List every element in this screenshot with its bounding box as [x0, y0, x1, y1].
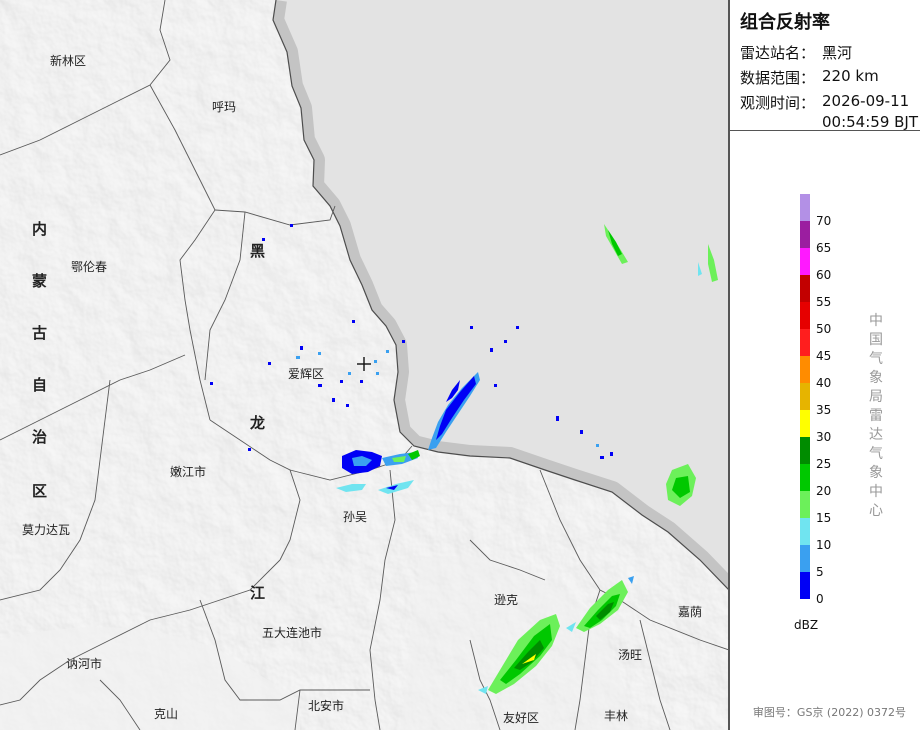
legend-swatch [800, 248, 810, 275]
legend-swatch [800, 329, 810, 356]
legend-swatch [800, 194, 810, 221]
place-label: 鄂伦春 [71, 259, 107, 274]
province-char: 治 [32, 428, 47, 446]
place-label: 讷河市 [66, 656, 102, 671]
place-label: 嘉荫 [678, 605, 702, 619]
map-canvas: 新林区 呼玛 鄂伦春 爱辉区 嫩江市 孙吴 莫力达瓦 逊克 嘉荫 五大连池市 讷… [0, 0, 728, 730]
legend-swatch [800, 491, 810, 518]
legend-value: 10 [816, 538, 832, 552]
place-label: 丰林 [604, 709, 628, 723]
legend-swatch [800, 572, 810, 599]
legend-value: 70 [816, 214, 832, 228]
info-panel: 组合反射率 雷达站名： 黑河 数据范围： 220 km 观测时间： 2026-0… [729, 0, 920, 730]
legend-value: 20 [816, 484, 832, 498]
place-label: 五大连池市 [262, 625, 322, 640]
province-char: 龙 [249, 414, 265, 432]
radar-viewer: 新林区 呼玛 鄂伦春 爱辉区 嫩江市 孙吴 莫力达瓦 逊克 嘉荫 五大连池市 讷… [0, 0, 920, 730]
map-approval-number: 审图号：GS京 (2022) 0372号 [752, 706, 906, 719]
legend-value: 30 [816, 430, 832, 444]
organization-name: 中国气象局雷达气象中心 [869, 313, 883, 519]
range-row: 数据范围： 220 km [740, 67, 879, 88]
time-clock: 00:54:59 BJT [822, 113, 919, 131]
legend-swatch [800, 437, 810, 464]
time-date: 2026-09-11 [822, 92, 910, 110]
station-label: 雷达站名： [740, 44, 816, 62]
place-label: 莫力达瓦 [22, 523, 70, 537]
province-char: 古 [32, 324, 47, 342]
legend-swatch [800, 275, 810, 302]
station-value: 黑河 [822, 44, 853, 62]
product-title: 组合反射率 [740, 12, 830, 33]
legend-swatch [800, 464, 810, 491]
place-label: 克山 [154, 707, 178, 721]
time-row: 观测时间： 2026-09-11 [740, 92, 909, 113]
legend-swatch [800, 356, 810, 383]
station-row: 雷达站名： 黑河 [740, 42, 852, 63]
legend-value: 45 [816, 349, 832, 363]
place-label: 爱辉区 [288, 367, 324, 381]
place-label: 呼玛 [212, 100, 236, 114]
legend-value: 40 [816, 376, 832, 390]
legend-swatch [800, 545, 810, 572]
panel-divider [730, 130, 920, 131]
legend-value: 65 [816, 241, 832, 255]
legend-value: 55 [816, 295, 832, 309]
province-char: 区 [32, 482, 47, 500]
time-label: 观测时间： [740, 94, 816, 112]
place-label: 友好区 [503, 711, 539, 725]
legend-value: 50 [816, 322, 832, 336]
legend-swatch [800, 302, 810, 329]
color-legend [800, 194, 810, 599]
legend-value: 15 [816, 511, 832, 525]
legend-value: 60 [816, 268, 832, 282]
place-label: 北安市 [308, 698, 344, 713]
legend-value: 25 [816, 457, 832, 471]
province-char: 江 [250, 584, 265, 602]
range-value: 220 km [822, 67, 879, 85]
place-label: 孙吴 [343, 510, 367, 524]
range-label: 数据范围： [740, 69, 816, 87]
place-label: 新林区 [50, 53, 86, 68]
place-label: 汤旺 [618, 648, 642, 662]
legend-swatch [800, 410, 810, 437]
legend-value: 5 [816, 565, 824, 579]
legend-swatch [800, 221, 810, 248]
place-label: 逊克 [494, 593, 518, 607]
province-char: 自 [32, 376, 47, 394]
legend-swatch [800, 383, 810, 410]
legend-unit: dBZ [794, 618, 819, 632]
legend-value: 0 [816, 592, 824, 606]
radar-map[interactable]: 新林区 呼玛 鄂伦春 爱辉区 嫩江市 孙吴 莫力达瓦 逊克 嘉荫 五大连池市 讷… [0, 0, 729, 730]
place-label: 嫩江市 [170, 464, 206, 479]
province-char: 黑 [250, 242, 265, 260]
province-char: 内 [32, 220, 47, 238]
province-char: 蒙 [32, 272, 47, 290]
legend-value: 35 [816, 403, 832, 417]
legend-swatch [800, 518, 810, 545]
